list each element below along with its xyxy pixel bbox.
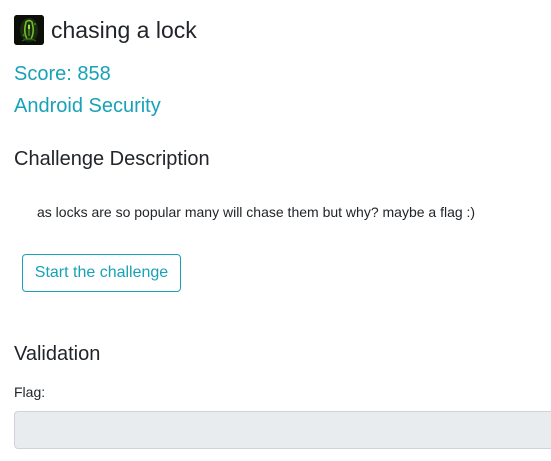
challenge-score: Score: 858 [14,63,111,85]
validation-heading: Validation [14,343,101,365]
flag-label: Flag: [14,384,46,400]
start-challenge-button[interactable]: Start the challenge [22,254,181,292]
challenge-page: chasing a lock Score: 858 Android Securi… [0,0,551,461]
android-lock-icon [14,14,44,45]
flag-input[interactable] [14,411,551,449]
description-text: as locks are so popular many will chase … [37,204,476,220]
description-heading: Challenge Description [14,148,210,170]
challenge-title: chasing a lock [51,16,197,43]
android-lock-icon-graphic [14,14,44,45]
challenge-header: chasing a lock [14,14,197,45]
challenge-category: Android Security [14,95,161,117]
